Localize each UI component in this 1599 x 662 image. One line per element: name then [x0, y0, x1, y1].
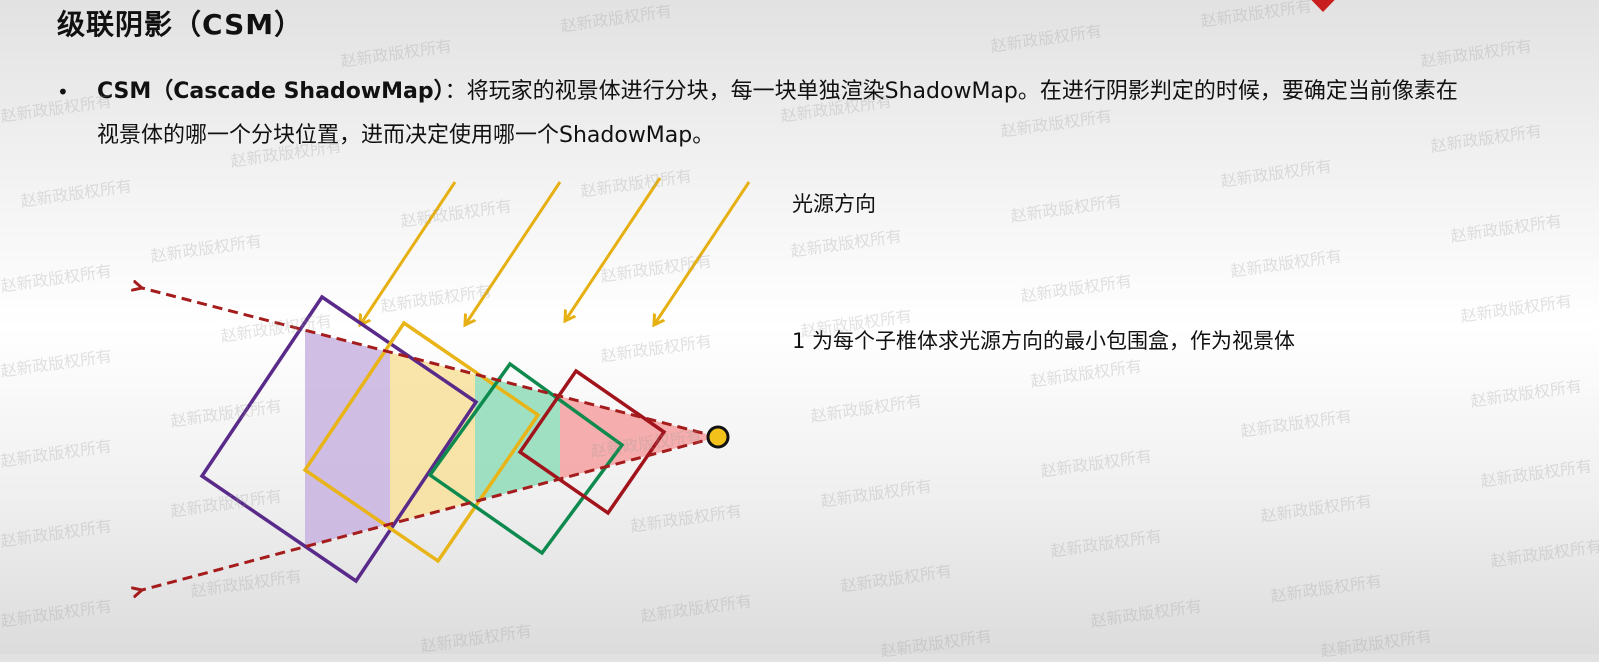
light-ray-1 [360, 181, 457, 325]
light-direction-label: 光源方向 [792, 192, 876, 216]
step-description: 1 为每个子椎体求光源方向的最小包围盒，作为视景体 [792, 329, 1296, 353]
light-ray-4 [654, 181, 751, 325]
cascade-slice-4-fill [560, 288, 718, 590]
light-ray-2 [465, 181, 562, 325]
light-ray-3 [565, 177, 662, 321]
camera-point-icon [706, 425, 730, 449]
